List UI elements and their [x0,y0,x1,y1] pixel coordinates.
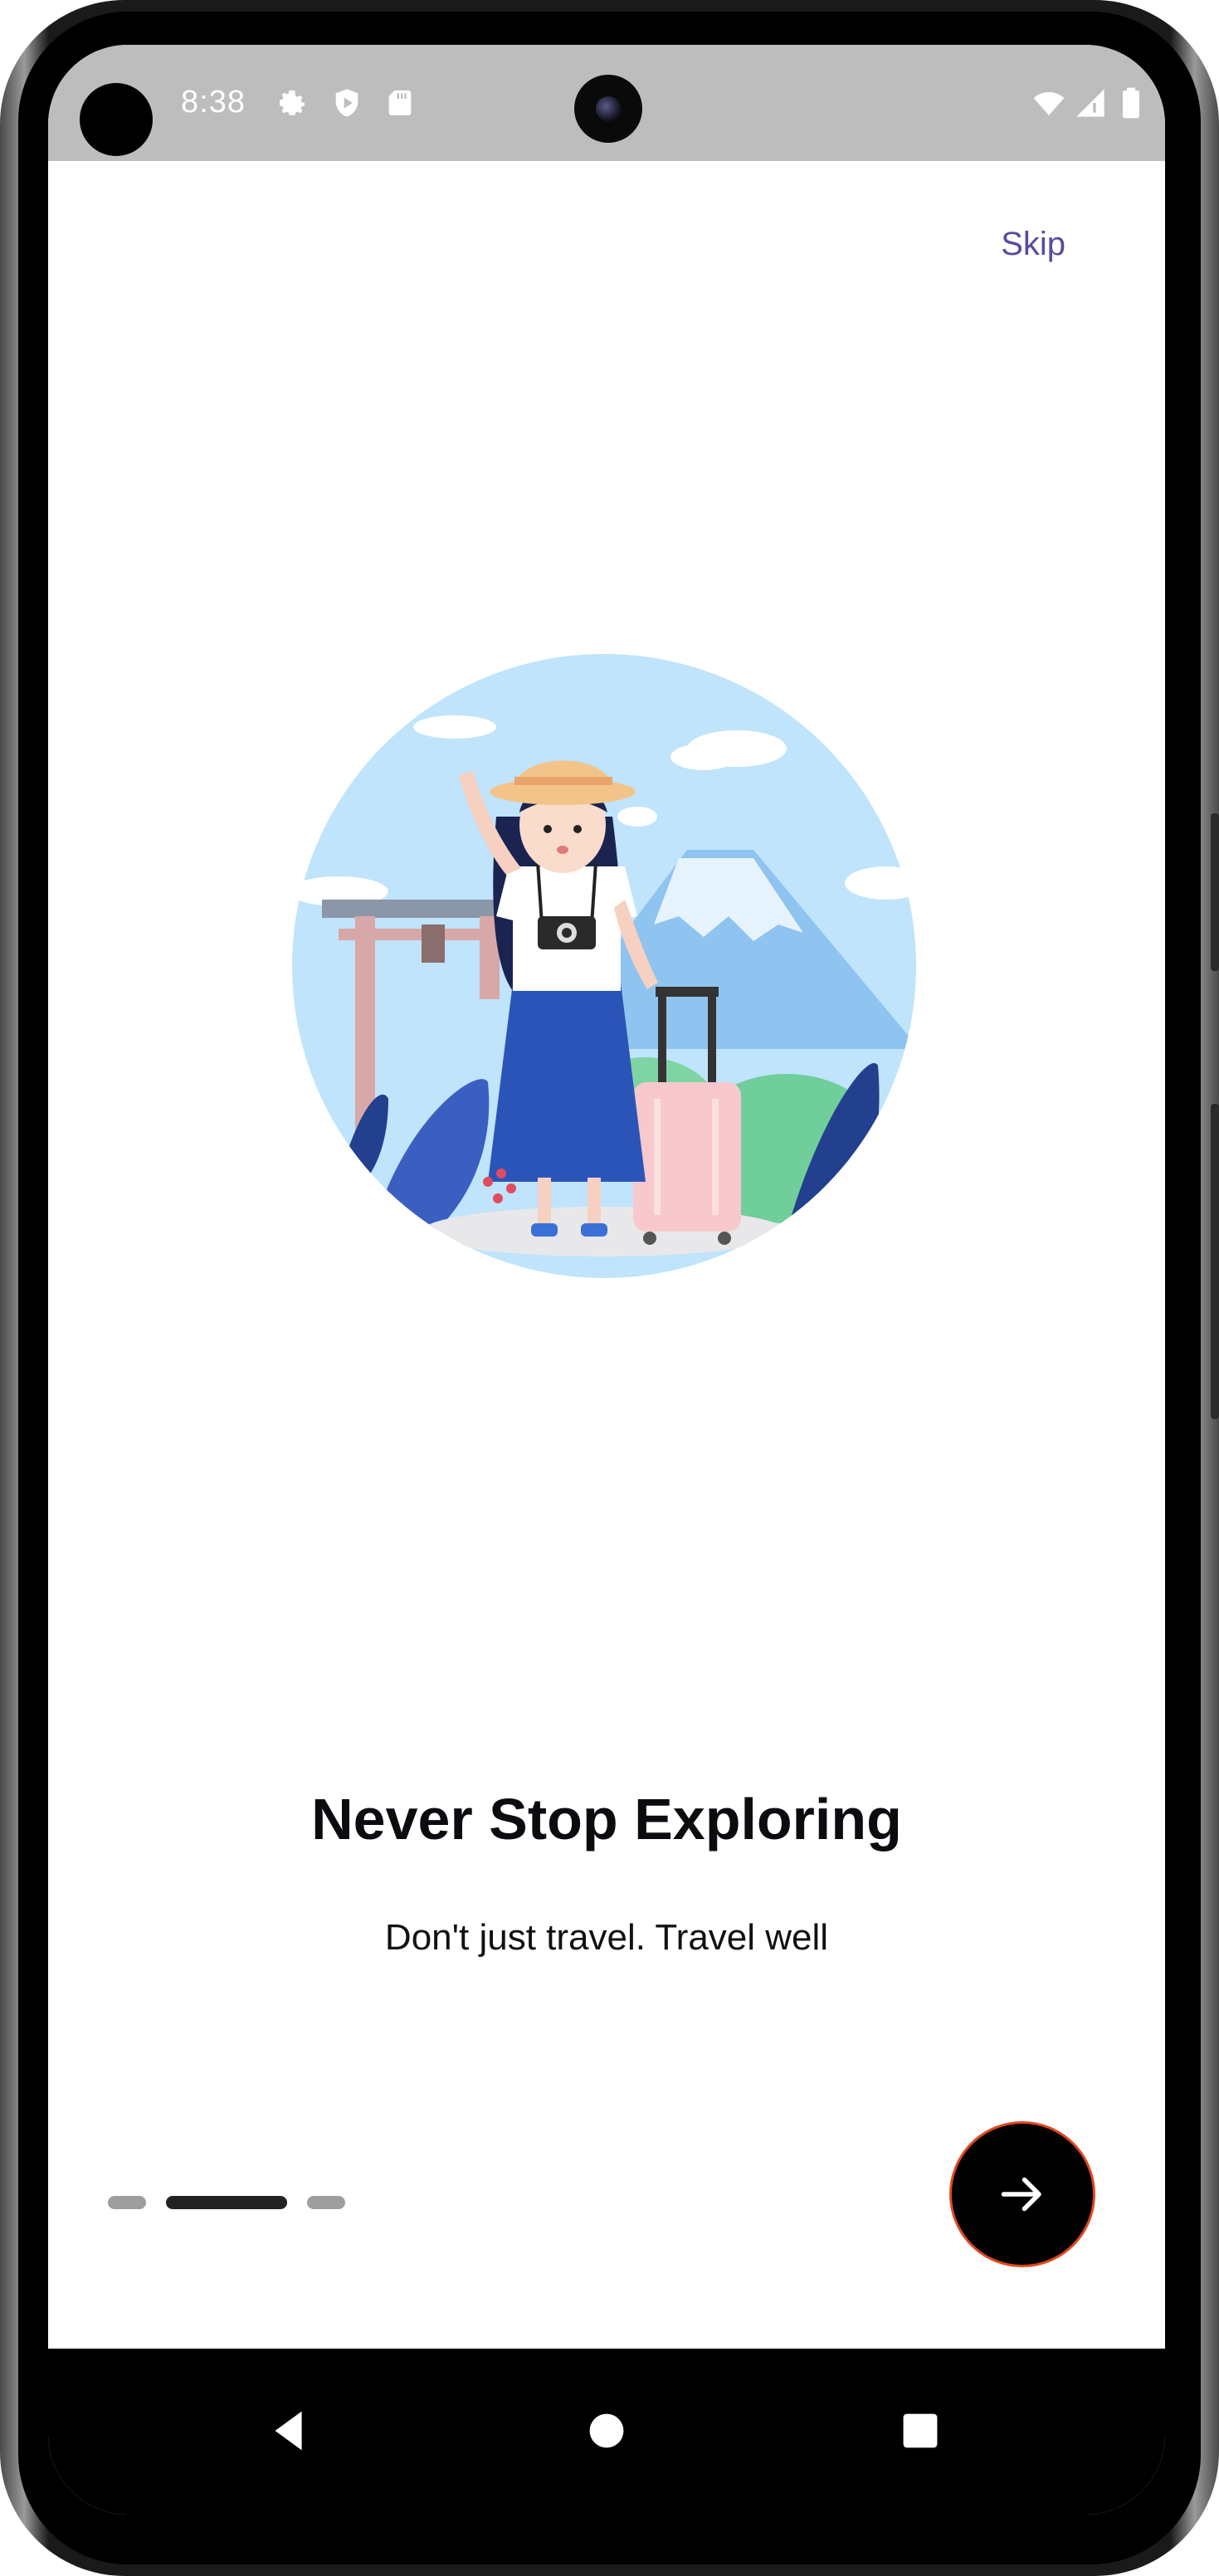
screen: 8:38 Skip Never Stop Exploring Don't jus… [48,45,1165,2515]
traveler-girl-illustration [292,654,916,1278]
page-indicator-dot-active[interactable] [166,2196,287,2209]
page-indicator-dot[interactable] [307,2196,345,2209]
phone-frame: 8:38 Skip Never Stop Exploring Don't jus… [0,0,1219,2576]
front-camera [574,75,642,143]
recents-icon[interactable] [891,2402,949,2460]
power-button [1211,1104,1219,1419]
battery-icon [1123,87,1139,119]
skip-button[interactable]: Skip [1001,226,1065,263]
next-button[interactable] [949,2121,1095,2267]
navigation-bar [48,2349,1165,2515]
wifi-icon [1033,92,1065,115]
status-bar: 8:38 [48,45,1165,161]
gear-icon [280,90,305,115]
back-icon[interactable] [261,2402,319,2460]
sd-card-icon [388,90,412,115]
cellular-signal-icon [1076,89,1104,117]
onboarding-title: Never Stop Exploring [311,1787,902,1852]
arrow-right-icon [1001,2177,1041,2212]
volume-button [1211,813,1219,971]
shield-play-icon [335,89,358,117]
home-icon[interactable] [578,2402,636,2460]
page-indicator-dot[interactable] [108,2196,146,2209]
punch-hole [80,83,153,156]
status-time: 8:38 [181,85,246,120]
onboarding-subtitle: Don't just travel. Travel well [384,1917,829,1958]
